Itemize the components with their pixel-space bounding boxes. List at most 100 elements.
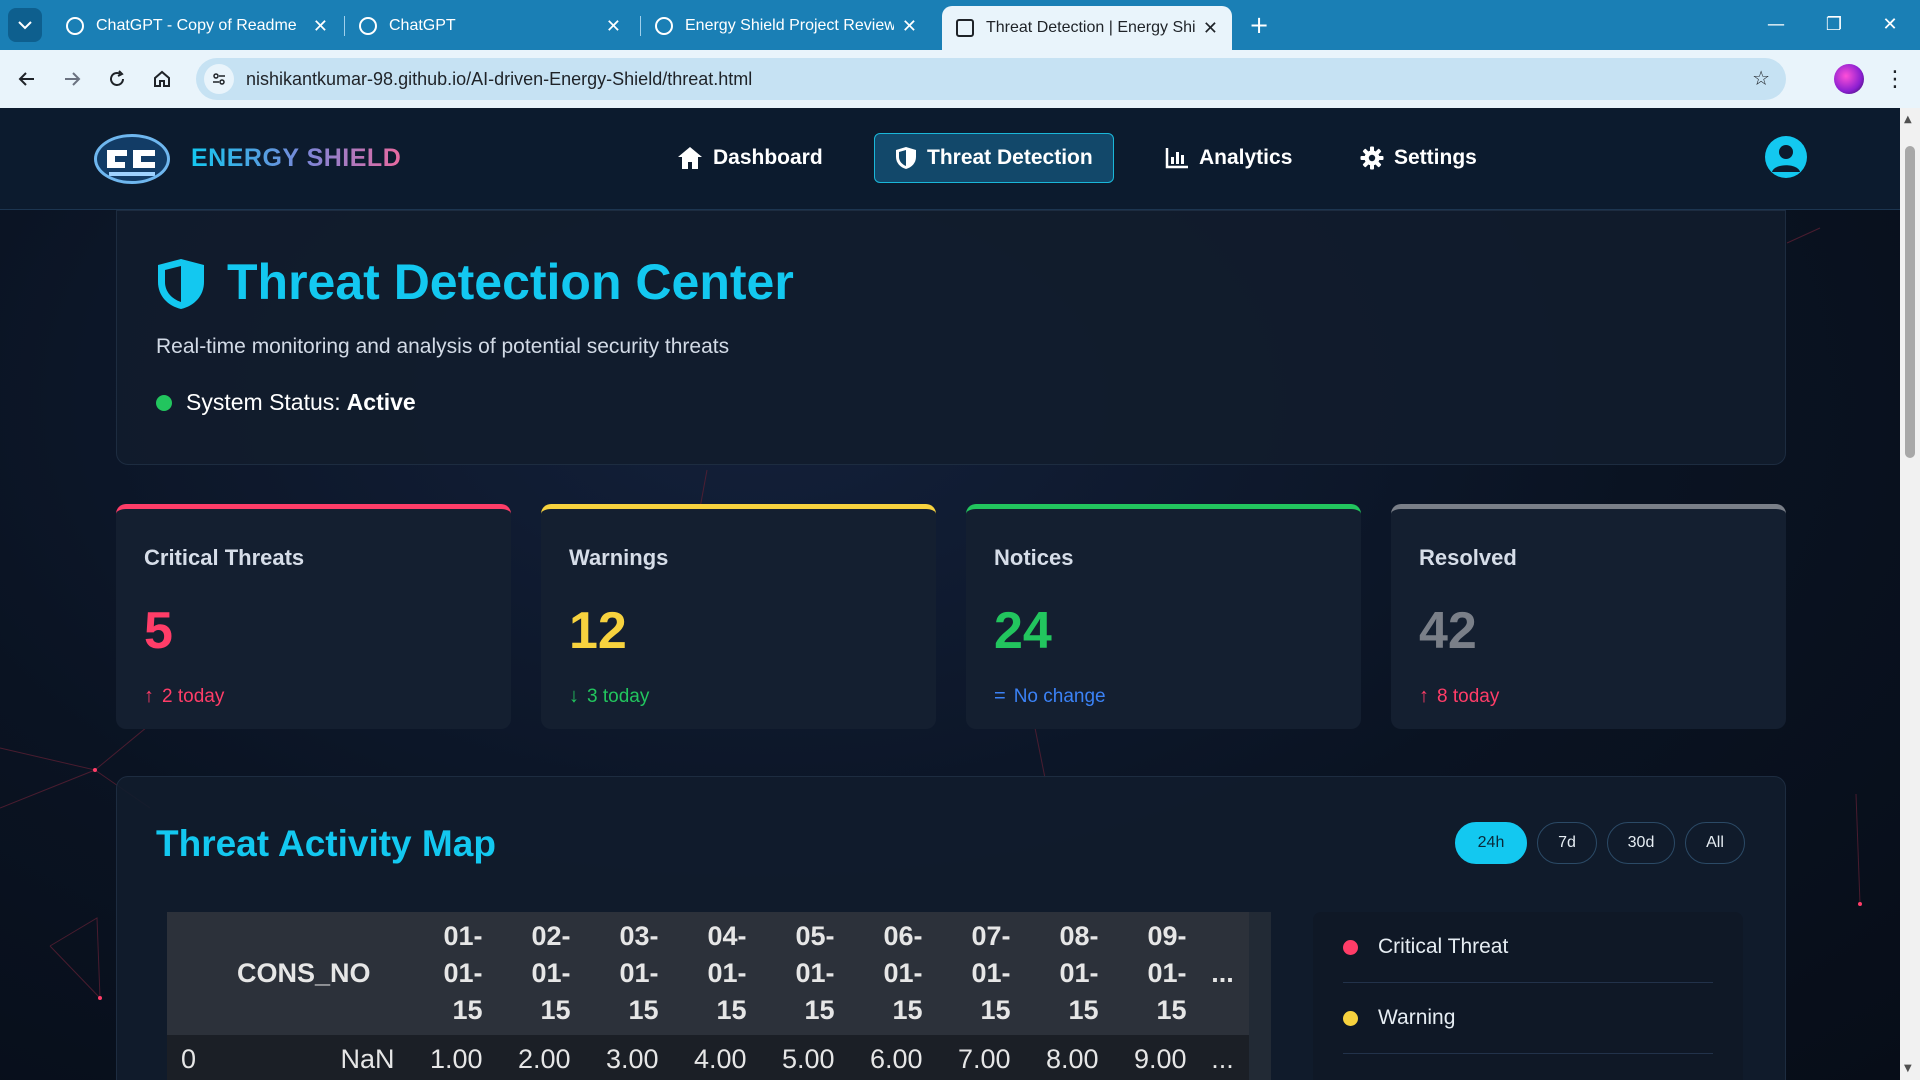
minimize-icon[interactable]: — <box>1756 8 1796 40</box>
arrow-up-icon: ↑ <box>1419 685 1429 707</box>
browser-tab[interactable]: Energy Shield Project Review ✕ <box>641 6 931 46</box>
url-text[interactable]: nishikantkumar-98.github.io/AI-driven-En… <box>246 69 752 90</box>
restore-icon[interactable]: ❐ <box>1814 8 1854 40</box>
browser-toolbar: nishikantkumar-98.github.io/AI-driven-En… <box>0 50 1920 108</box>
forward-button[interactable] <box>55 62 89 96</box>
nav-settings[interactable]: Settings <box>1340 133 1497 183</box>
stat-card-notices[interactable]: Notices 24 = No change <box>966 504 1361 729</box>
stat-label: Warnings <box>569 545 669 570</box>
reload-button[interactable] <box>100 62 134 96</box>
nav-dashboard-label: Dashboard <box>713 146 823 169</box>
nav-settings-label: Settings <box>1394 146 1477 169</box>
close-icon[interactable]: ✕ <box>313 16 328 37</box>
table-header-ellipsis: ... <box>1196 912 1249 1035</box>
stat-delta-text: 3 today <box>587 685 650 707</box>
stat-delta: ↑ 2 today <box>144 685 224 708</box>
page-scrollbar[interactable]: ▲ ▼ <box>1900 108 1920 1080</box>
site-info-icon[interactable] <box>204 64 234 94</box>
home-outline-icon <box>154 70 170 87</box>
stat-delta-text: 2 today <box>162 685 225 707</box>
table-cell-cons-no: NaN <box>227 1035 405 1080</box>
status-dot <box>156 394 172 411</box>
legend-dot <box>1343 1010 1358 1026</box>
stat-value: 5 <box>144 602 173 660</box>
home-button[interactable] <box>145 62 179 96</box>
data-table: CONS_NO 01- 01- 15 02- 01- 15 03- 01- 15 04- 01… <box>167 912 1249 1080</box>
arrow-down-icon: ↓ <box>569 685 579 707</box>
table-header-date: 06- 01- 15 <box>844 912 933 1035</box>
stat-value: 24 <box>994 602 1052 660</box>
page-favicon-icon <box>956 19 974 37</box>
tab-title: Threat Detection | Energy Shield <box>986 19 1195 36</box>
brand-logo[interactable] <box>94 134 170 184</box>
nav-dashboard[interactable]: Dashboard <box>657 133 843 183</box>
user-avatar-icon[interactable] <box>1765 136 1807 178</box>
energy-shield-logo-icon <box>107 150 155 176</box>
table-index-header <box>167 912 227 1035</box>
table-header-date: 04- 01- 15 <box>668 912 757 1035</box>
nav-analytics[interactable]: Analytics <box>1145 133 1312 183</box>
nav-analytics-label: Analytics <box>1199 146 1293 169</box>
address-bar[interactable]: nishikantkumar-98.github.io/AI-driven-En… <box>196 58 1786 100</box>
brand-name[interactable]: ENERGY SHIELD <box>191 144 401 173</box>
browser-tab-active[interactable]: Threat Detection | Energy Shield ✕ <box>942 6 1232 50</box>
close-icon[interactable]: ✕ <box>902 16 917 37</box>
browser-tab[interactable]: ChatGPT - Copy of Readme ✕ <box>52 6 342 46</box>
stat-label: Critical Threats <box>144 545 305 570</box>
range-7d-button[interactable]: 7d <box>1537 822 1597 864</box>
table-header-date: 09- 01- 15 <box>1108 912 1197 1035</box>
range-all-button[interactable]: All <box>1685 822 1745 864</box>
shield-icon <box>896 147 916 169</box>
scroll-up-icon[interactable]: ▲ <box>1904 114 1912 125</box>
scroll-down-icon[interactable]: ▼ <box>1904 1063 1912 1074</box>
table-row: 0 NaN 1.00 2.00 3.00 4.00 5.00 6.00 7.00… <box>167 1035 1249 1080</box>
range-24h-button[interactable]: 24h <box>1455 822 1527 864</box>
window-close-icon[interactable]: ✕ <box>1870 8 1910 40</box>
gear-icon <box>1360 146 1384 170</box>
table-header-date: 08- 01- 15 <box>1020 912 1109 1035</box>
table-cell: 9.00 <box>1108 1035 1197 1080</box>
close-icon[interactable]: ✕ <box>606 16 621 37</box>
nav-threat-detection[interactable]: Threat Detection <box>874 133 1114 183</box>
section-title: Threat Activity Map <box>156 823 496 864</box>
back-button[interactable] <box>10 62 44 96</box>
stat-delta-text: 8 today <box>1437 685 1500 707</box>
stat-card-warnings[interactable]: Warnings 12 ↓ 3 today <box>541 504 936 729</box>
table-cell: 1.00 <box>404 1035 493 1080</box>
table-cell-ellipsis: ... <box>1196 1035 1249 1080</box>
table-cell: 8.00 <box>1020 1035 1109 1080</box>
reload-icon <box>110 70 124 86</box>
shield-icon <box>158 259 204 309</box>
range-30d-button[interactable]: 30d <box>1607 822 1675 864</box>
close-icon[interactable]: ✕ <box>1203 18 1218 39</box>
stat-card-resolved[interactable]: Resolved 42 ↑ 8 today <box>1391 504 1786 729</box>
legend-item-critical: Critical Threat <box>1343 912 1713 983</box>
data-table-container[interactable]: CONS_NO 01- 01- 15 02- 01- 15 03- 01- 15 04- 01… <box>167 912 1271 1080</box>
stat-card-critical[interactable]: Critical Threats 5 ↑ 2 today <box>116 504 511 729</box>
home-icon <box>678 147 702 169</box>
bookmark-star-icon[interactable]: ☆ <box>1752 66 1770 90</box>
site-header: ENERGY SHIELD Dashboard Threat Detection… <box>0 108 1900 210</box>
profile-avatar[interactable] <box>1834 64 1864 94</box>
table-cell: 4.00 <box>668 1035 757 1080</box>
table-cell: 5.00 <box>756 1035 845 1080</box>
tab-search-button[interactable] <box>8 8 42 42</box>
table-cell-index: 0 <box>167 1035 227 1080</box>
table-header-row: CONS_NO 01- 01- 15 02- 01- 15 03- 01- 15 04- 01… <box>167 912 1249 1035</box>
new-tab-button[interactable]: + <box>1244 10 1274 40</box>
time-range-selector: 24h 7d 30d All <box>1445 822 1745 864</box>
browser-tab[interactable]: ChatGPT ✕ <box>345 6 635 46</box>
table-header-date: 01- 01- 15 <box>404 912 493 1035</box>
tab-title: ChatGPT - Copy of Readme <box>96 17 297 34</box>
chevron-down-icon <box>18 21 32 30</box>
table-header-cons-no: CONS_NO <box>227 912 405 1035</box>
legend-item-warning: Warning <box>1343 983 1713 1054</box>
chatgpt-icon <box>359 17 377 35</box>
stat-label: Resolved <box>1419 545 1517 570</box>
stat-delta: ↓ 3 today <box>569 685 649 708</box>
stat-value: 12 <box>569 602 627 660</box>
browser-menu-icon[interactable]: ⋮ <box>1880 62 1910 96</box>
status-value: Active <box>346 389 416 415</box>
equals-icon: = <box>994 685 1006 707</box>
scrollbar-thumb[interactable] <box>1905 146 1915 458</box>
